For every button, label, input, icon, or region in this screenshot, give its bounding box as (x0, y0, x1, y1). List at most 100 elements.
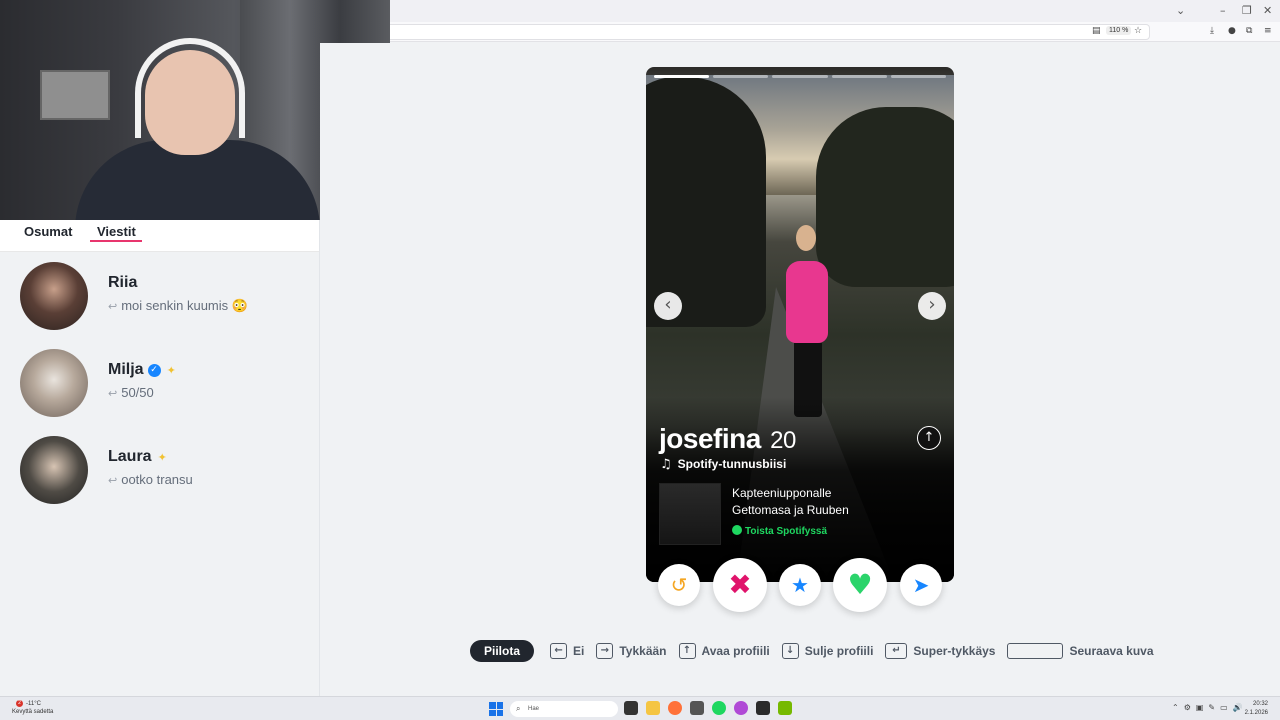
verified-badge-icon: ✓ (147, 364, 161, 377)
reply-arrow-icon: ↩ (108, 300, 118, 313)
rewind-button[interactable]: ↺ (658, 564, 700, 606)
message-name: Milja (108, 361, 144, 378)
avatar (20, 262, 88, 330)
boost-button[interactable]: ➤ (900, 564, 942, 606)
shortcut-label: Avaa profiili (701, 644, 770, 658)
messenger-icon[interactable] (734, 701, 748, 715)
search-icon: ⌕ (516, 704, 521, 713)
restore-button[interactable]: ❐ (1242, 4, 1252, 17)
message-name: Laura (108, 448, 152, 465)
sparkle-icon: ✦ (166, 364, 176, 377)
browser-titlebar: ⌄ – ❐ ✕ (390, 0, 1280, 22)
tab-matches[interactable]: Osumat (24, 224, 72, 239)
previous-photo-button[interactable]: ‹ (654, 292, 682, 320)
spotify-play-link[interactable]: Toista Spotifyssä (732, 525, 827, 537)
system-tray[interactable]: ⌃⚙▣✎▭🔊 (1172, 703, 1248, 712)
keyboard-shortcuts-bar: Piilota ← Ei → Tykkään ↑ Avaa profiili ↓ Sul… (470, 640, 1166, 662)
profile-card[interactable]: ‹ › josefina 20 ↑ ♫ Spotify-tunnusbiisi K… (646, 67, 954, 582)
firefox-icon[interactable] (668, 701, 682, 715)
start-button[interactable] (489, 702, 503, 716)
star-icon: ★ (791, 573, 809, 597)
extensions-icon[interactable]: ⧉ (1246, 26, 1252, 36)
message-name-row: Milja ✓ ✦ (108, 361, 176, 379)
message-preview: moi senkin kuumis 😳 (121, 298, 248, 313)
shortcut-no: ← Ei (550, 643, 584, 659)
shortcut-label: Super-tykkäys (913, 644, 996, 658)
downloads-icon[interactable]: ⤓ (1210, 26, 1214, 36)
notification-badge: 2 (16, 700, 23, 707)
close-x-icon: ✖ (728, 568, 752, 601)
nope-button[interactable]: ✖ (713, 558, 767, 612)
arrow-right-key-icon: → (596, 643, 614, 659)
menu-icon[interactable]: ≡ (1264, 26, 1272, 36)
file-explorer-icon[interactable] (646, 701, 660, 715)
webcam-shelf (40, 70, 110, 120)
spotify-heading-text: Spotify-tunnusbiisi (677, 457, 787, 471)
account-icon[interactable]: ● (1228, 26, 1236, 36)
photo-person-head (796, 225, 816, 251)
weather-widget[interactable]: 2 -11°C Kevyttä sadetta (12, 700, 53, 716)
tab-list-chevron-icon[interactable]: ⌄ (1176, 4, 1185, 17)
photo-progress-segment[interactable] (772, 75, 828, 78)
message-item[interactable]: Laura ✦ ↩ ootko transu (0, 436, 320, 520)
song-artist: Gettomasa ja Ruuben (732, 503, 849, 517)
reply-arrow-icon: ↩ (108, 474, 118, 487)
close-window-button[interactable]: ✕ (1263, 4, 1272, 17)
taskbar-search[interactable]: ⌕ Hae (510, 701, 618, 717)
spotify-taskbar-icon[interactable] (712, 701, 726, 715)
browser-toolbar: ▤ 110 % ☆ ⤓ ● ⧉ ≡ (390, 22, 1280, 42)
zoom-level[interactable]: 110 % (1106, 26, 1132, 35)
app-icon[interactable] (690, 701, 704, 715)
arrow-left-key-icon: ← (550, 643, 568, 659)
photo-progress-segment[interactable] (713, 75, 769, 78)
sparkle-icon: ✦ (157, 451, 167, 464)
shortcut-next-photo: Seuraava kuva (1007, 643, 1154, 659)
arrow-down-key-icon: ↓ (781, 643, 799, 659)
tab-messages[interactable]: Viestit (97, 224, 136, 239)
music-note-icon: ♫ (660, 457, 672, 472)
shortcut-super-like: ↵ Super-tykkäys (885, 643, 995, 659)
photo-progress-segment[interactable] (831, 75, 887, 78)
message-preview: 50/50 (121, 385, 154, 400)
spotify-play-text: Toista Spotifyssä (745, 526, 828, 537)
profile-age: 20 (770, 427, 796, 454)
shortcut-label: Tykkään (619, 644, 667, 658)
profile-name: josefina (659, 423, 761, 454)
song-info: Kapteeniupponalle Gettomasa ja Ruuben (732, 485, 892, 519)
photo-progress-segment[interactable] (654, 75, 710, 78)
task-view-icon[interactable] (624, 701, 638, 715)
message-preview-row: ↩ ootko transu (108, 472, 193, 487)
avatar (20, 436, 88, 504)
reader-view-icon[interactable]: ▤ (1092, 26, 1101, 36)
shortcut-like: → Tykkään (596, 643, 667, 659)
message-item[interactable]: Milja ✓ ✦ ↩ 50/50 (0, 349, 320, 433)
message-preview: ootko transu (121, 472, 193, 487)
search-placeholder: Hae (528, 706, 540, 712)
message-name-row: Laura ✦ (108, 448, 167, 466)
shortcut-open-profile: ↑ Avaa profiili (678, 643, 770, 659)
photo-person-dress (786, 261, 828, 343)
shortcut-label: Seuraava kuva (1069, 644, 1154, 658)
hide-shortcuts-button[interactable]: Piilota (470, 640, 535, 662)
nvidia-icon[interactable] (778, 701, 792, 715)
shortcut-label: Sulje profiili (804, 644, 874, 658)
sidebar: Osumat Viestit Riia ↩ moi senkin kuumis 😳… (0, 220, 320, 696)
active-tab-indicator (90, 240, 142, 242)
minimize-button[interactable]: – (1220, 4, 1226, 17)
photo-progress-segment[interactable] (890, 75, 947, 78)
like-button[interactable]: ♥ (833, 558, 887, 612)
album-art (659, 483, 721, 545)
photo-progress (654, 75, 947, 78)
address-bar[interactable] (390, 24, 1150, 40)
photo-tree-right (816, 107, 954, 287)
space-key-icon (1007, 643, 1064, 659)
message-item[interactable]: Riia ↩ moi senkin kuumis 😳 (0, 262, 320, 346)
sidebar-tabs: Osumat Viestit (0, 220, 319, 252)
open-profile-button[interactable]: ↑ (917, 426, 941, 450)
message-preview-row: ↩ moi senkin kuumis 😳 (108, 298, 248, 314)
super-like-button[interactable]: ★ (779, 564, 821, 606)
bookmark-star-icon[interactable]: ☆ (1134, 26, 1142, 36)
next-photo-button[interactable]: › (918, 292, 946, 320)
terminal-icon[interactable] (756, 701, 770, 715)
clock[interactable]: 20:32 2.1.2026 (1245, 700, 1268, 718)
